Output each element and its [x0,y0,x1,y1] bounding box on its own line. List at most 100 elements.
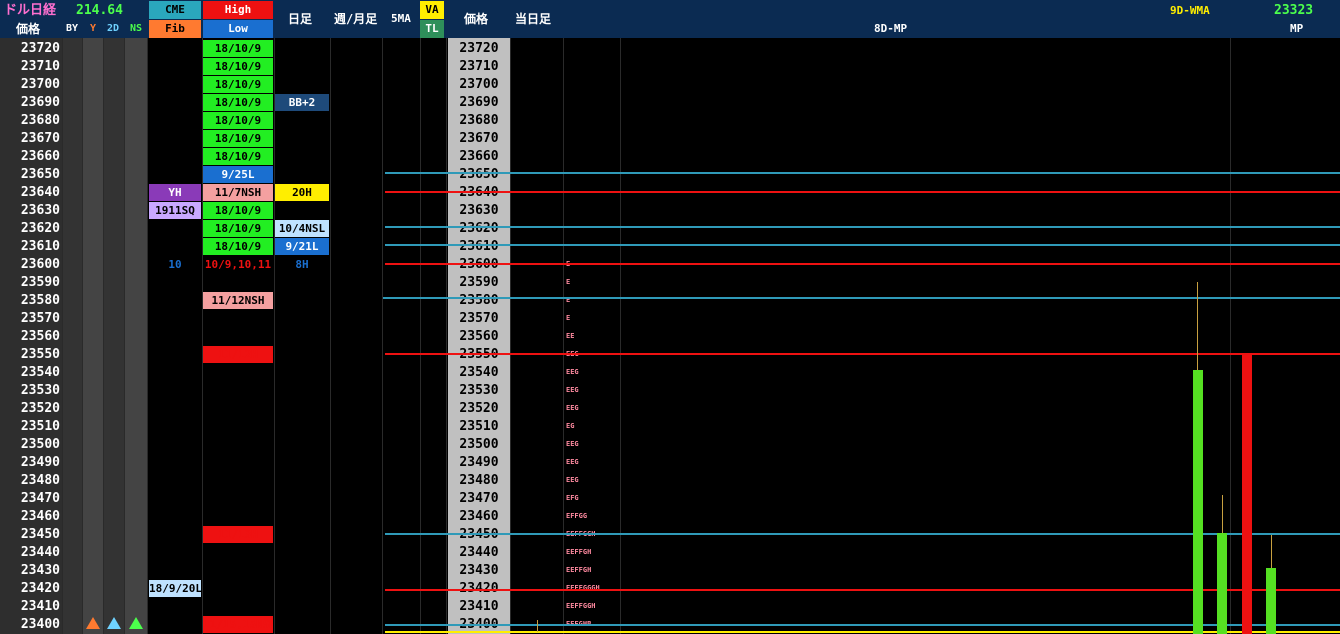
tpo-row: EE [566,332,575,340]
tpo-row: EFG [566,494,579,502]
fib-level-cell: 18/10/9 [203,220,273,237]
triangle-green-icon[interactable] [129,617,143,629]
price-label-2: 23510 [448,418,510,436]
toggle-2d[interactable]: 2D [107,20,119,38]
price-label: 23610 [20,239,60,254]
tpo-row: EEFFGH [566,548,592,556]
level-line-red [385,191,1340,193]
price-label: 23600 [20,257,60,272]
grid-vline [510,38,511,634]
tpo-row: EEFFGH [566,566,592,574]
grid-vline [620,38,621,634]
price-label: 23430 [20,563,60,578]
ma5-header[interactable]: 5MA [391,10,411,28]
fib-level-cell: 11/7NSH [203,184,273,201]
fib-level-cell: 18/10/9 [203,58,273,75]
grid-vline [274,38,275,634]
price-label: 23450 [20,527,60,542]
price-label: 23410 [20,599,60,614]
grid-vline [62,38,63,634]
weekly-monthly-header[interactable]: 週/月足 [334,10,377,28]
price-label: 23690 [20,95,60,110]
toggle-by[interactable]: BY [66,20,78,38]
price-label: 23680 [20,113,60,128]
cme-level-cell: 10 [168,258,182,271]
price-label: 23490 [20,455,60,470]
wick [1222,495,1223,535]
high-header[interactable]: High [203,1,273,19]
price-label: 23480 [20,473,60,488]
cme-header[interactable]: CME [149,1,201,19]
fib-level-cell: 18/10/9 [203,94,273,111]
fib-level-cell: 9/25L [203,166,273,183]
price-label-2: 23440 [448,544,510,562]
tpo-row: EEG [566,386,579,394]
price-label: 23420 [20,581,60,596]
bar-green [1217,533,1227,634]
grid-vline [103,38,104,634]
price-label-2: 23700 [448,76,510,94]
tpo-row: EEG [566,458,579,466]
toggle-column-ns [125,38,147,634]
tl-header[interactable]: TL [420,20,444,38]
tpo-row: EEG [566,368,579,376]
price-label-2: 23600 [448,256,510,274]
price-label: 23530 [20,383,60,398]
daily-level-cell: 9/21L [275,238,329,255]
price-label-2: 23490 [448,454,510,472]
price-label-2: 23670 [448,130,510,148]
price-label: 23630 [20,203,60,218]
price-label: 23700 [20,77,60,92]
tpo-row: EEFFGGH [566,602,596,610]
price-label-2: 23530 [448,382,510,400]
price-label: 23460 [20,509,60,524]
low-header[interactable]: Low [203,20,273,38]
cme-level-cell: YH [149,184,201,201]
toggle-y[interactable]: Y [90,20,96,38]
price-label-2: 23500 [448,436,510,454]
price-label: 23580 [20,293,60,308]
price-label-2: 23410 [448,598,510,616]
bar-green [1193,370,1203,634]
price-label: 23640 [20,185,60,200]
price-label: 23560 [20,329,60,344]
cme-level-cell: 18/9/20L [149,580,201,597]
price-label-2: 23570 [448,310,510,328]
level-line-blue [385,244,1340,246]
triangle-orange-icon[interactable] [86,617,100,629]
level-line-blue [385,226,1340,228]
price-label-2: 23610 [448,238,510,256]
price-header: 価格 [16,22,41,36]
tpo-row: EEG [566,404,579,412]
price-label: 23520 [20,401,60,416]
price-label-2: 23710 [448,58,510,76]
price-label: 23470 [20,491,60,506]
price-label-2: 23460 [448,508,510,526]
wick [1197,282,1198,372]
tpo-row: EEG [566,476,579,484]
triangle-blue-icon[interactable] [107,617,121,629]
toggle-ns[interactable]: NS [130,20,142,38]
today-header: 当日足 [515,12,552,26]
header-bar: ドル日経 214.64 価格 BY Y 2D NS CME Fib High L… [0,0,1340,38]
toggle-column-y [83,38,103,634]
fib-header[interactable]: Fib [149,20,201,38]
fib-level-cell: 18/10/9 [203,130,273,147]
grid-vline [330,38,331,634]
price-label-2: 23520 [448,400,510,418]
price-label: 23550 [20,347,60,362]
price-label: 23500 [20,437,60,452]
price-label-2: 23640 [448,184,510,202]
fib-level-cell: 10/9,10,11 [204,258,272,271]
fib-level-cell: 11/12H [203,346,273,363]
fib-level-cell: 11/13H [203,526,273,543]
va-header[interactable]: VA [420,1,444,19]
mp-title: 8D-MP [874,22,908,35]
price-label-2: 23580 [448,292,510,310]
cme-level-cell: 1911SQ [149,202,201,219]
price-label-2: 23560 [448,328,510,346]
grid-vline [82,38,83,634]
bar-green [1266,568,1276,634]
price-label-2: 23680 [448,112,510,130]
daily-header[interactable]: 日足 [288,10,312,28]
